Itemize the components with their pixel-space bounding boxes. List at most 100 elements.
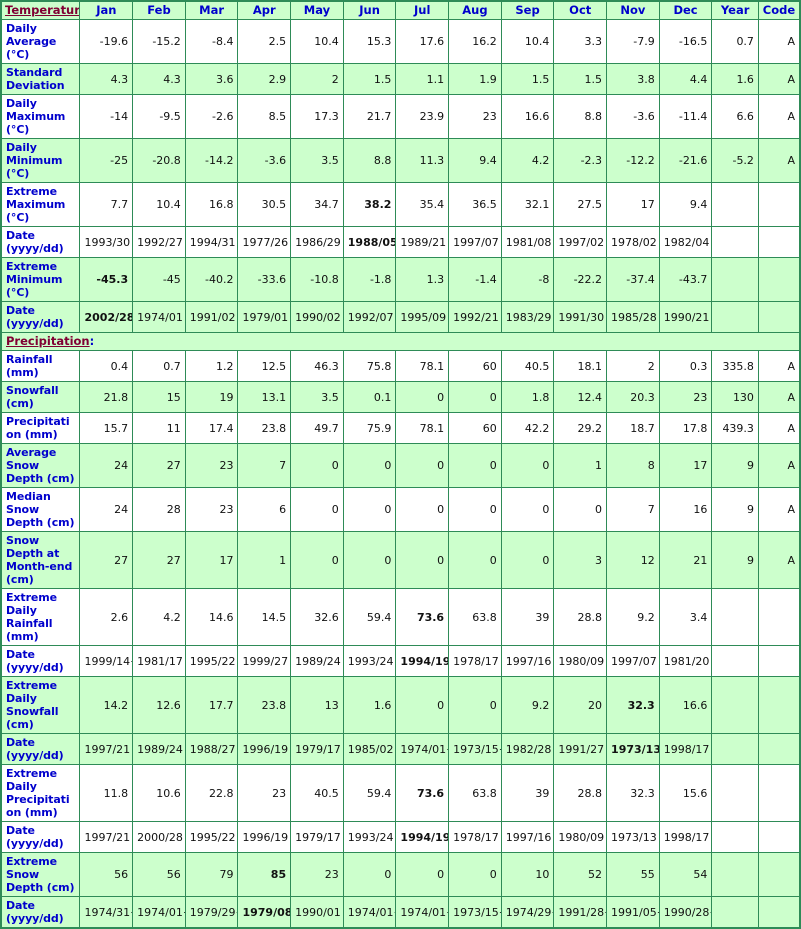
row-label: Daily Average (°C) [0,19,81,64]
data-cell: 7 [237,443,292,488]
data-cell: 1997/16 [500,821,555,853]
data-cell: 9.4 [658,182,713,227]
data-cell: 1991/30 [553,301,608,333]
table-row: Snow Depth at Month-end (cm) 27 27 17 1 0 0 0 0 0… [0,531,801,589]
table-row: Average Snow Depth (cm) 24 27 23 7 0 0 0 0 0 1 8 17 9… [0,443,801,488]
data-cell: 52 [553,852,608,897]
row-label: Snow Depth at Month-end (cm) [0,531,81,589]
data-cell: 23 [184,443,239,488]
row-label: Date (yyyy/dd) [0,226,81,258]
data-cell: 1986/29 [290,226,344,258]
data-cell: 1985/28 [606,301,660,333]
data-cell: 56 [132,852,186,897]
data-cell: -37.4 [606,257,660,302]
data-cell: 39 [500,764,555,822]
data-cell: 16.6 [658,676,713,734]
table-row: Rainfall (mm) 0.4 0.7 1.2 12.5 46.3 75.8 78.1 60… [0,350,801,382]
column-header-jan: Jan [79,0,134,20]
data-cell: -16.5 [658,19,713,64]
data-cell: 1979/29+ [184,896,239,929]
data-cell: 56 [79,852,134,897]
data-cell: -8.4 [184,19,239,64]
data-cell: 23.8 [237,676,292,734]
data-cell: 1979/08+ [237,896,292,929]
code-cell [757,676,801,734]
data-cell: 1974/01+ [132,896,186,929]
data-cell: 9.2 [606,588,660,646]
code-cell [757,257,801,302]
data-cell: 36.5 [448,182,502,227]
data-cell: 14.6 [184,588,239,646]
data-cell: 1981/20 [658,645,713,677]
data-cell: 3.4 [658,588,713,646]
data-cell: 6 [237,487,292,532]
section-header-precipitation: Precipitation: [0,332,801,351]
year-cell [711,896,759,929]
table-row: Date (yyyy/dd)1974/31+1974/01+1979/29+19… [0,896,801,929]
column-header-year: Year [711,0,759,20]
data-cell: 1997/07 [448,226,502,258]
code-cell [757,733,801,765]
data-cell: 1991/28+ [553,896,608,929]
data-cell: 75.8 [342,350,397,382]
data-cell: 1989/24 [132,733,186,765]
data-cell: 78.1 [395,350,450,382]
table-row: Daily Maximum (°C) -14 -9.5 -2.6 8.5 17.3 21.7… [0,94,801,139]
code-cell: A [757,531,801,589]
data-cell: -7.9 [606,19,660,64]
data-cell: 0 [448,381,502,413]
data-cell: 1977/26 [237,226,292,258]
row-label: Extreme Daily Snowfall (cm) [0,676,81,734]
data-cell: 1979/01 [237,301,292,333]
data-cell: 49.7 [290,412,344,444]
year-cell: 335.8 [711,350,759,382]
year-cell: 439.3 [711,412,759,444]
data-cell: 17.7 [184,676,239,734]
column-header-dec: Dec [658,0,713,20]
data-cell: 1979/17 [290,733,344,765]
data-cell: -2.3 [553,138,608,183]
data-cell: 1994/19 [395,645,450,677]
data-cell: 1998/17 [658,733,713,765]
data-cell: -15.2 [132,19,186,64]
row-label: Extreme Minimum (°C) [0,257,81,302]
data-cell: 12.6 [132,676,186,734]
data-cell: 0 [395,443,450,488]
data-cell: -9.5 [132,94,186,139]
data-cell: 11.3 [395,138,450,183]
data-cell: 1992/27 [132,226,186,258]
data-cell: 23 [448,94,502,139]
section-header-temperature-label: Temperature [5,3,80,17]
data-cell: 1995/09 [395,301,450,333]
data-cell: 9.4 [448,138,502,183]
data-cell: 2 [290,63,344,95]
data-cell: 12.5 [237,350,292,382]
data-cell: 0.4 [79,350,134,382]
data-cell: 85 [237,852,292,897]
code-cell: A [757,19,801,64]
data-cell: -3.6 [237,138,292,183]
year-cell: 9 [711,443,759,488]
data-cell: 13 [290,676,344,734]
data-cell: 1997/02 [553,226,608,258]
data-cell: 10.4 [290,19,344,64]
data-cell: 1997/21 [79,821,134,853]
year-cell [711,588,759,646]
data-cell: 73.6 [395,588,450,646]
data-cell: 10.4 [132,182,186,227]
data-cell: 1974/01+ [342,896,397,929]
year-cell [711,821,759,853]
data-cell: 0 [500,531,555,589]
year-cell [711,257,759,302]
data-cell: 1 [553,443,608,488]
data-cell: 1991/27 [553,733,608,765]
data-cell: 1974/01+ [395,896,450,929]
data-cell: 0 [448,676,502,734]
column-header-feb: Feb [132,0,186,20]
data-cell: 14.5 [237,588,292,646]
data-cell: 8.8 [342,138,397,183]
data-cell: 0 [448,443,502,488]
data-cell: 1974/29+ [500,896,555,929]
table-row: Standard Deviation 4.3 4.3 3.6 2.9 2 1.5 1.1 1.9… [0,63,801,95]
data-cell: 0 [500,443,555,488]
